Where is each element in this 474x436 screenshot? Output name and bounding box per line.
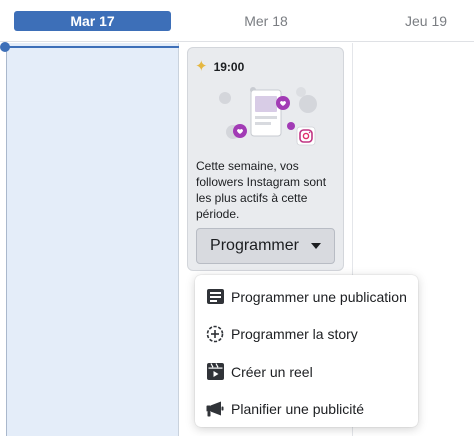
card-time-row: ✦ 19:00 [195, 58, 244, 76]
menu-item-label: Programmer la story [231, 326, 358, 343]
story-icon [206, 325, 224, 343]
programmer-dropdown-button[interactable]: Programmer [196, 228, 335, 264]
menu-item-schedule-story[interactable]: Programmer la story [195, 316, 418, 354]
menu-item-label: Créer un reel [231, 363, 313, 380]
current-time-line [4, 46, 179, 48]
suggested-time-card[interactable]: ✦ 19:00 Cette semaine, vos followers Ins… [187, 47, 344, 271]
menu-item-plan-ad[interactable]: Planifier une publicité [195, 391, 418, 429]
post-icon [206, 288, 224, 306]
day-tab[interactable]: Mer 18 [200, 11, 332, 31]
programmer-menu: Programmer une publication Programmer la… [195, 275, 418, 427]
megaphone-icon [206, 400, 224, 418]
caret-down-icon [310, 243, 321, 249]
current-time-dot [0, 42, 10, 52]
today-column[interactable] [6, 43, 179, 436]
day-tab[interactable]: Jeu 19 [405, 11, 474, 31]
menu-item-label: Planifier une publicité [231, 401, 365, 418]
instagram-activity-illustration [219, 87, 317, 146]
day-header: Mar 17 Mer 18 Jeu 19 [0, 0, 474, 42]
menu-item-create-reel[interactable]: Créer un reel [195, 353, 418, 391]
suggestion-text: Cette semaine, vos followers Instagram s… [196, 159, 327, 221]
menu-item-label: Programmer une publication [231, 288, 407, 305]
suggested-time: 19:00 [213, 60, 245, 74]
programmer-button-label: Programmer [210, 237, 299, 254]
sparkle-icon: ✦ [195, 58, 208, 75]
menu-item-schedule-post[interactable]: Programmer une publication [195, 278, 418, 316]
reel-icon [206, 363, 224, 381]
day-tab-active[interactable]: Mar 17 [14, 11, 171, 31]
